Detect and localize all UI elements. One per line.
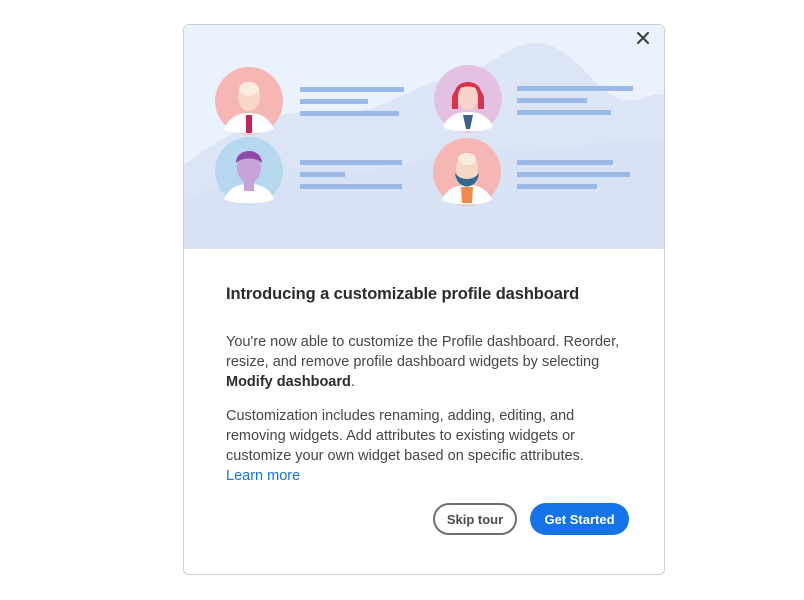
get-started-button[interactable]: Get Started [530,503,629,535]
modify-dashboard-label: Modify dashboard [226,374,351,390]
avatar-red-hair-woman-icon [434,65,502,133]
avatar-bald-man-icon [215,67,283,135]
description-paragraph-1: You're now able to customize the Profile… [226,332,626,392]
avatar-purple-hair-person-icon [215,137,283,205]
avatar-bearded-man-icon [433,138,501,206]
dialog-title: Introducing a customizable profile dashb… [226,285,580,303]
hero-illustration [184,25,664,249]
close-button[interactable] [636,31,658,53]
paragraph1-end: . [350,374,355,390]
close-icon [637,32,649,44]
paragraph2-text: Customization includes renaming, adding,… [226,408,584,464]
description-paragraph-2: Customization includes renaming, adding,… [226,406,626,486]
tour-dialog: Introducing a customizable profile dashb… [183,24,665,575]
profiles-illustration [184,42,664,249]
skip-tour-button[interactable]: Skip tour [433,503,517,535]
avatar1-text-lines [300,87,404,116]
learn-more-link[interactable]: Learn more [226,466,300,486]
paragraph1-text: You're now able to customize the Profile… [226,334,620,370]
